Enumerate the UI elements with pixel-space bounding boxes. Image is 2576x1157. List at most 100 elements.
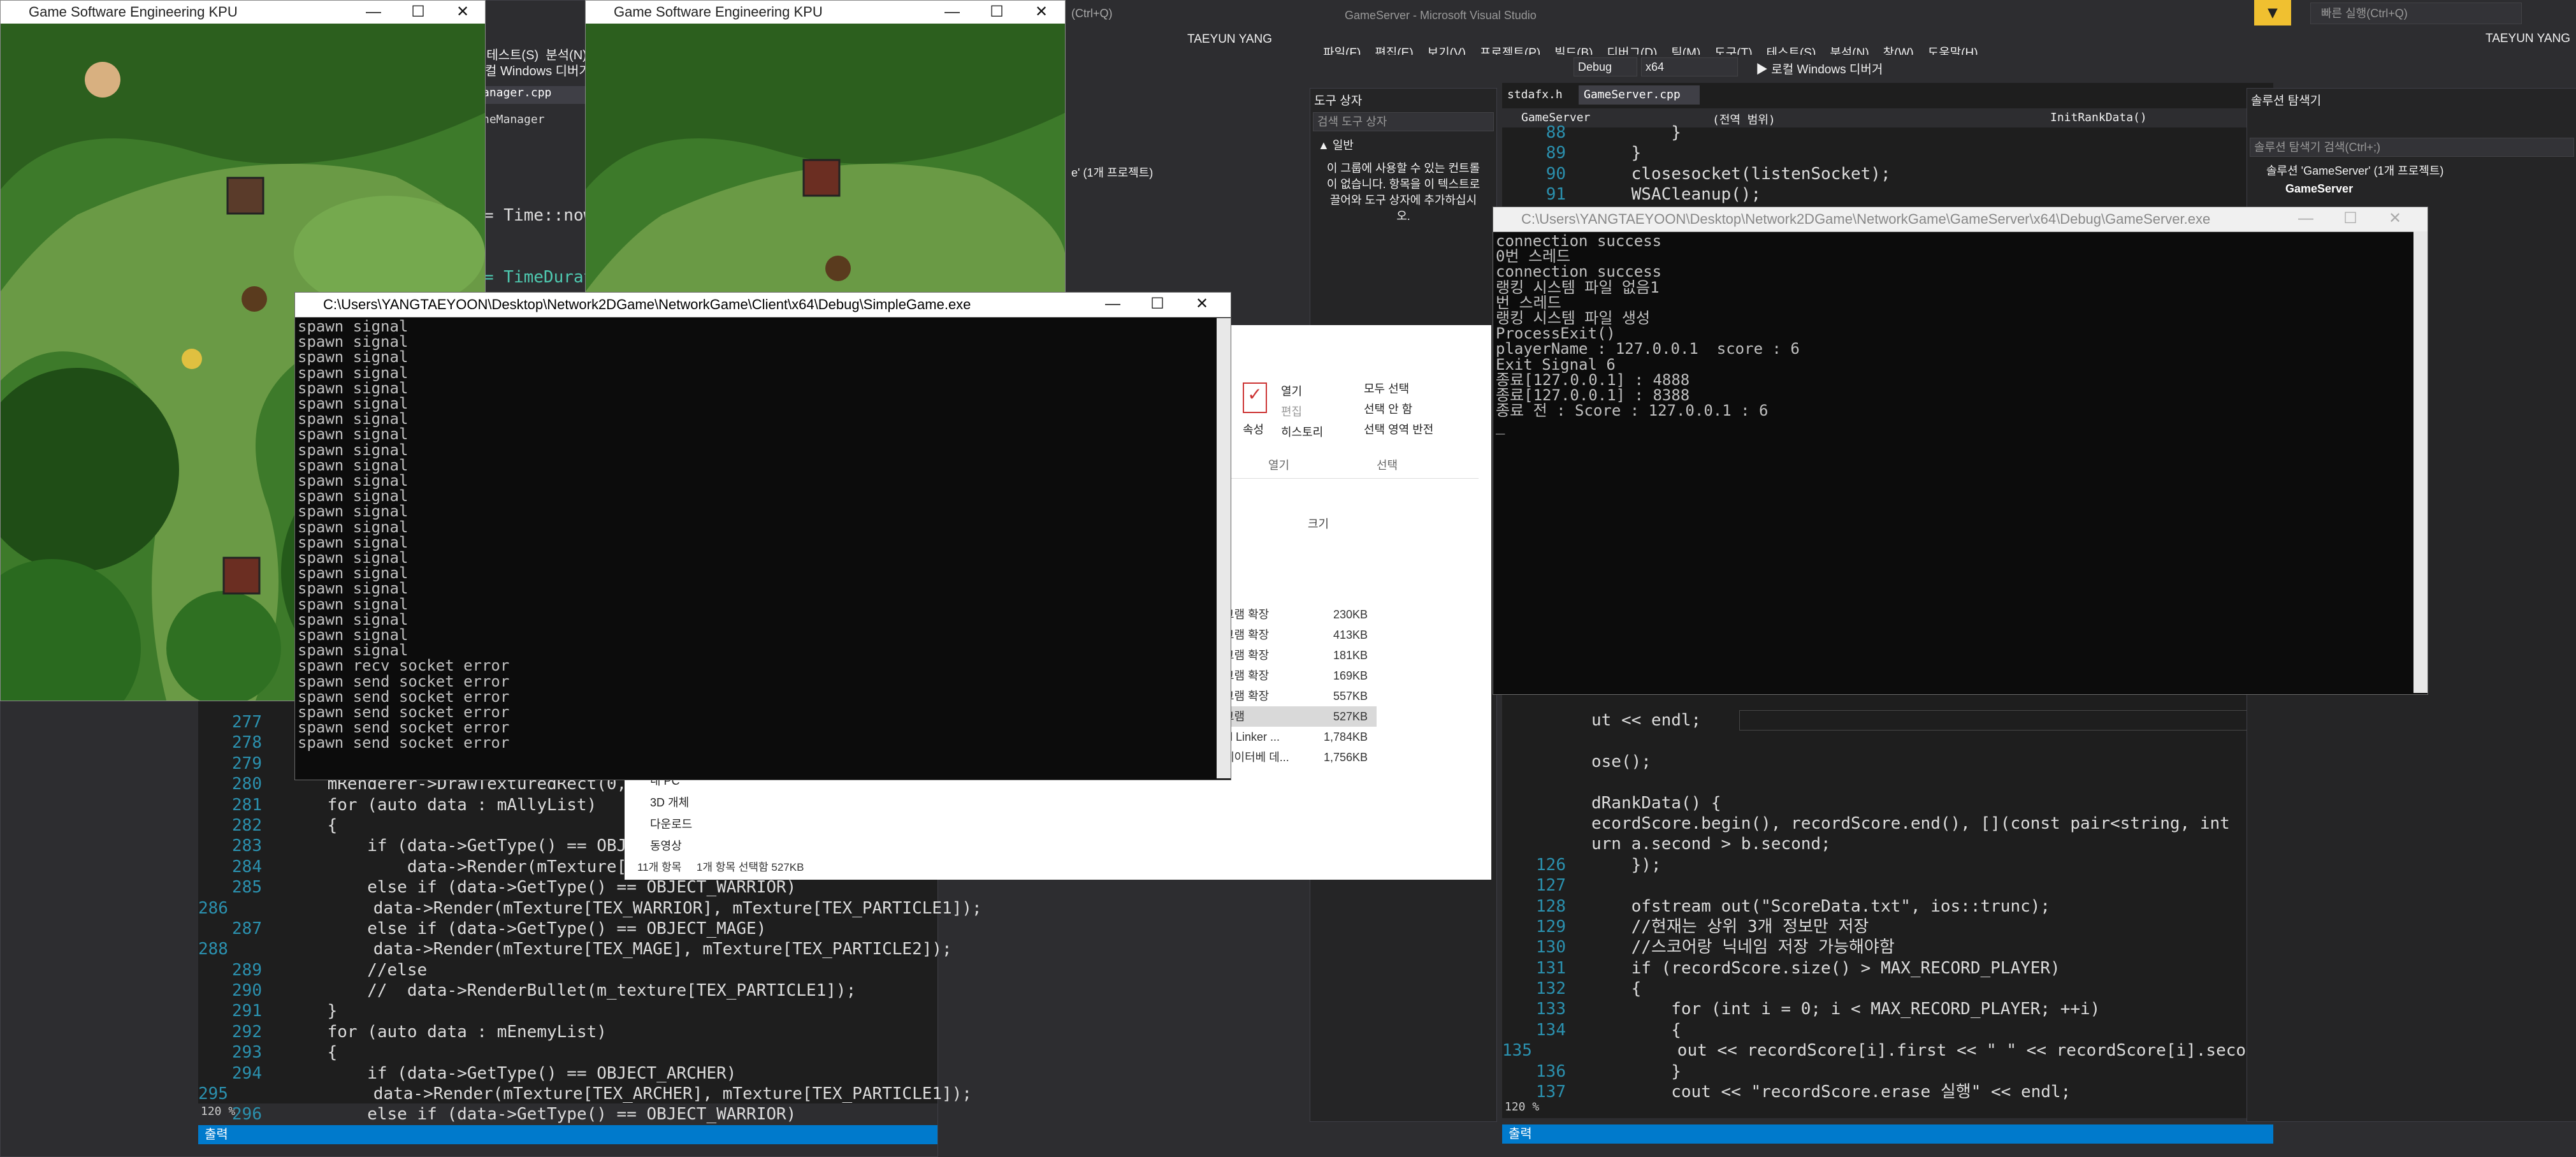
open-button[interactable]: 열기 <box>1281 382 1302 399</box>
select-none-button[interactable]: 선택 안 함 <box>1364 400 1412 417</box>
tab-manager-cpp[interactable]: anager.cpp <box>479 86 551 99</box>
line-number: 290 <box>232 981 262 1001</box>
select-all-button[interactable]: 모두 선택 <box>1364 380 1409 397</box>
maximize-button[interactable]: ☐ <box>1135 293 1180 317</box>
line-number: 136 <box>1536 1061 1566 1081</box>
properties-icon[interactable]: ✓ <box>1243 382 1267 413</box>
minimize-button[interactable]: — <box>1090 293 1135 317</box>
file-row[interactable]: 그램 527KB <box>1224 706 1377 727</box>
server-console-output: connection success 0번 스레드 connection succe… <box>1493 232 2428 434</box>
close-button[interactable]: ✕ <box>2373 207 2417 231</box>
explorer-nav-pane: 내 PC 3D 개체 다운로드 동영상 <box>625 770 714 857</box>
console-line: spawn signal <box>298 641 409 660</box>
code-line: 290 // data->RenderBullet(m_texture[TEX_… <box>198 980 931 1001</box>
archer-sprite <box>182 349 202 369</box>
left-zoom[interactable]: 120 % <box>201 1105 235 1118</box>
code-line: 91 WSACleanup(); <box>1502 184 2267 205</box>
invert-selection-button[interactable]: 선택 영역 반전 <box>1364 421 1433 437</box>
minimize-button[interactable]: — <box>930 1 974 25</box>
code-line: 294 if (data->GetType() == OBJECT_ARCHER… <box>198 1063 931 1084</box>
file-row[interactable]: 그램 확장 557KB <box>1224 686 1377 706</box>
code-text: } <box>1591 1061 1681 1081</box>
console-line: ProcessExit() <box>1496 324 1616 343</box>
toolbox-search-text: 검색 도구 상자 <box>1317 115 1387 128</box>
filter-icon[interactable]: ▼ <box>2254 0 2291 25</box>
maximize-button[interactable]: ☐ <box>396 1 440 25</box>
nav-pane-item[interactable]: 다운로드 <box>625 813 714 835</box>
file-size: 1,784KB <box>1323 731 1368 743</box>
nav-pane-item[interactable]: 3D 개체 <box>625 792 714 813</box>
run-debugger-button[interactable]: ▶ 로컬 Windows 디버거 <box>1756 60 1883 77</box>
vs-left-run-label[interactable]: 컬 Windows 디버거 <box>485 61 591 79</box>
code-text: else if (data->GetType() == OBJECT_WARRI… <box>287 1105 797 1124</box>
history-button[interactable]: 히스토리 <box>1281 423 1323 440</box>
ribbon-open-group: ✓ 속성 열기 편집 히스토리 모두 선택 선택 안 함 선택 영역 반전 열기… <box>1243 380 1485 472</box>
server-console-titlebar: C:\Users\YANGTAEYOON\Desktop\Network2DGa… <box>1493 207 2428 232</box>
vs-left-tabstrip: anager.cpp <box>479 86 590 104</box>
size-column-header[interactable]: 크기 <box>1308 515 1329 532</box>
solution-node[interactable]: 솔루션 'GameServer' (1개 프로젝트) <box>2247 158 2576 182</box>
close-button[interactable]: ✕ <box>1019 1 1064 25</box>
code-line <box>1502 731 2267 751</box>
maximize-button[interactable]: ☐ <box>2328 207 2373 231</box>
console-scrollbar[interactable] <box>1217 318 1231 778</box>
toolbox-search[interactable]: 검색 도구 상자 <box>1313 112 1494 131</box>
vs-left-nav[interactable]: neManager <box>482 113 545 126</box>
console-line: playerName : 127.0.0.1 score : 6 <box>1496 340 1800 358</box>
vs-left-quick-launch[interactable]: (Ctrl+Q) <box>1071 7 1113 20</box>
console-line: spawn recv socket error <box>298 657 510 675</box>
line-number <box>1502 793 1591 813</box>
toolbox-group[interactable]: ▲ 일반 <box>1310 133 1496 157</box>
game2-canvas[interactable] <box>586 24 1065 294</box>
file-row[interactable]: 그램 확장 169KB <box>1224 666 1377 686</box>
code-line: ose(); <box>1502 752 2267 772</box>
nav-pane-item[interactable]: 동영상 <box>625 835 714 857</box>
console-scrollbar[interactable] <box>2413 231 2428 693</box>
minimize-button[interactable]: — <box>351 1 396 25</box>
code-line: ecordScore.begin(), recordScore.end(), [… <box>1502 813 2267 834</box>
file-row[interactable]: 데이터베 데... 1,756KB <box>1224 747 1377 768</box>
tab-stdafx[interactable]: stdafx.h <box>1507 88 1563 101</box>
edit-button[interactable]: 편집 <box>1281 403 1302 419</box>
minimize-button[interactable]: — <box>2283 207 2328 231</box>
config-dropdown[interactable]: Debug <box>1574 57 1637 76</box>
console-line: 랭킹 시스템 파일 생성 <box>1496 309 1651 328</box>
line-number: 130 <box>1536 938 1566 957</box>
file-size: 413KB <box>1333 629 1368 641</box>
line-number: 128 <box>1536 896 1566 916</box>
line-number: 293 <box>232 1043 262 1063</box>
line-number: 279 <box>232 753 262 773</box>
close-button[interactable]: ✕ <box>1180 293 1224 317</box>
file-row[interactable]: 그램 확장 181KB <box>1224 645 1377 666</box>
toolbox-title: 도구 상자 <box>1314 94 1363 108</box>
code-line: 133 for (int i = 0; i < MAX_RECORD_PLAYE… <box>1502 999 2267 1019</box>
left-output-label[interactable]: 출력 <box>198 1128 228 1142</box>
code-line: 127 <box>1502 875 2267 896</box>
code-text: ecordScore.begin(), recordScore.end(), [… <box>1591 813 2230 833</box>
file-row[interactable]: 그램 확장 413KB <box>1224 625 1377 645</box>
code-line: 285 else if (data->GetType() == OBJECT_W… <box>198 877 931 898</box>
right-output-label[interactable]: 출력 <box>1502 1127 1532 1141</box>
solution-search[interactable]: 솔루션 탐색기 검색(Ctrl+;) <box>2250 138 2574 157</box>
warrior-sprite <box>825 256 851 281</box>
code-text: } <box>1591 143 1642 163</box>
console-line: spawn signal <box>298 379 409 397</box>
line-number: 292 <box>232 1022 262 1042</box>
platform-dropdown[interactable]: x64 <box>1641 57 1738 76</box>
console-line: spawn signal <box>298 348 409 367</box>
vs-right-quick-launch[interactable]: 빠른 실행(Ctrl+Q) <box>2310 3 2522 24</box>
project-node[interactable]: GameServer <box>2247 182 2576 196</box>
tab-gameserver-bg[interactable]: GameServer.cpp <box>1579 85 1700 105</box>
code-line: 128 ofstream out("ScoreData.txt", ios::t… <box>1502 896 2267 917</box>
right-zoom[interactable]: 120 % <box>1505 1100 1539 1114</box>
line-number: 288 <box>198 940 228 959</box>
close-button[interactable]: ✕ <box>440 1 485 25</box>
code-text: urn a.second > b.second; <box>1591 834 1831 854</box>
properties-button[interactable]: 속성 <box>1243 421 1264 437</box>
line-number: 291 <box>232 1001 262 1021</box>
maximize-button[interactable]: ☐ <box>974 1 1019 25</box>
file-row[interactable]: 그램 확장 230KB <box>1224 604 1377 625</box>
file-row[interactable]: al Linker ... 1,784KB <box>1224 727 1377 747</box>
code-line: 90 closesocket(listenSocket); <box>1502 164 2267 184</box>
console-line: spawn signal <box>298 626 409 644</box>
